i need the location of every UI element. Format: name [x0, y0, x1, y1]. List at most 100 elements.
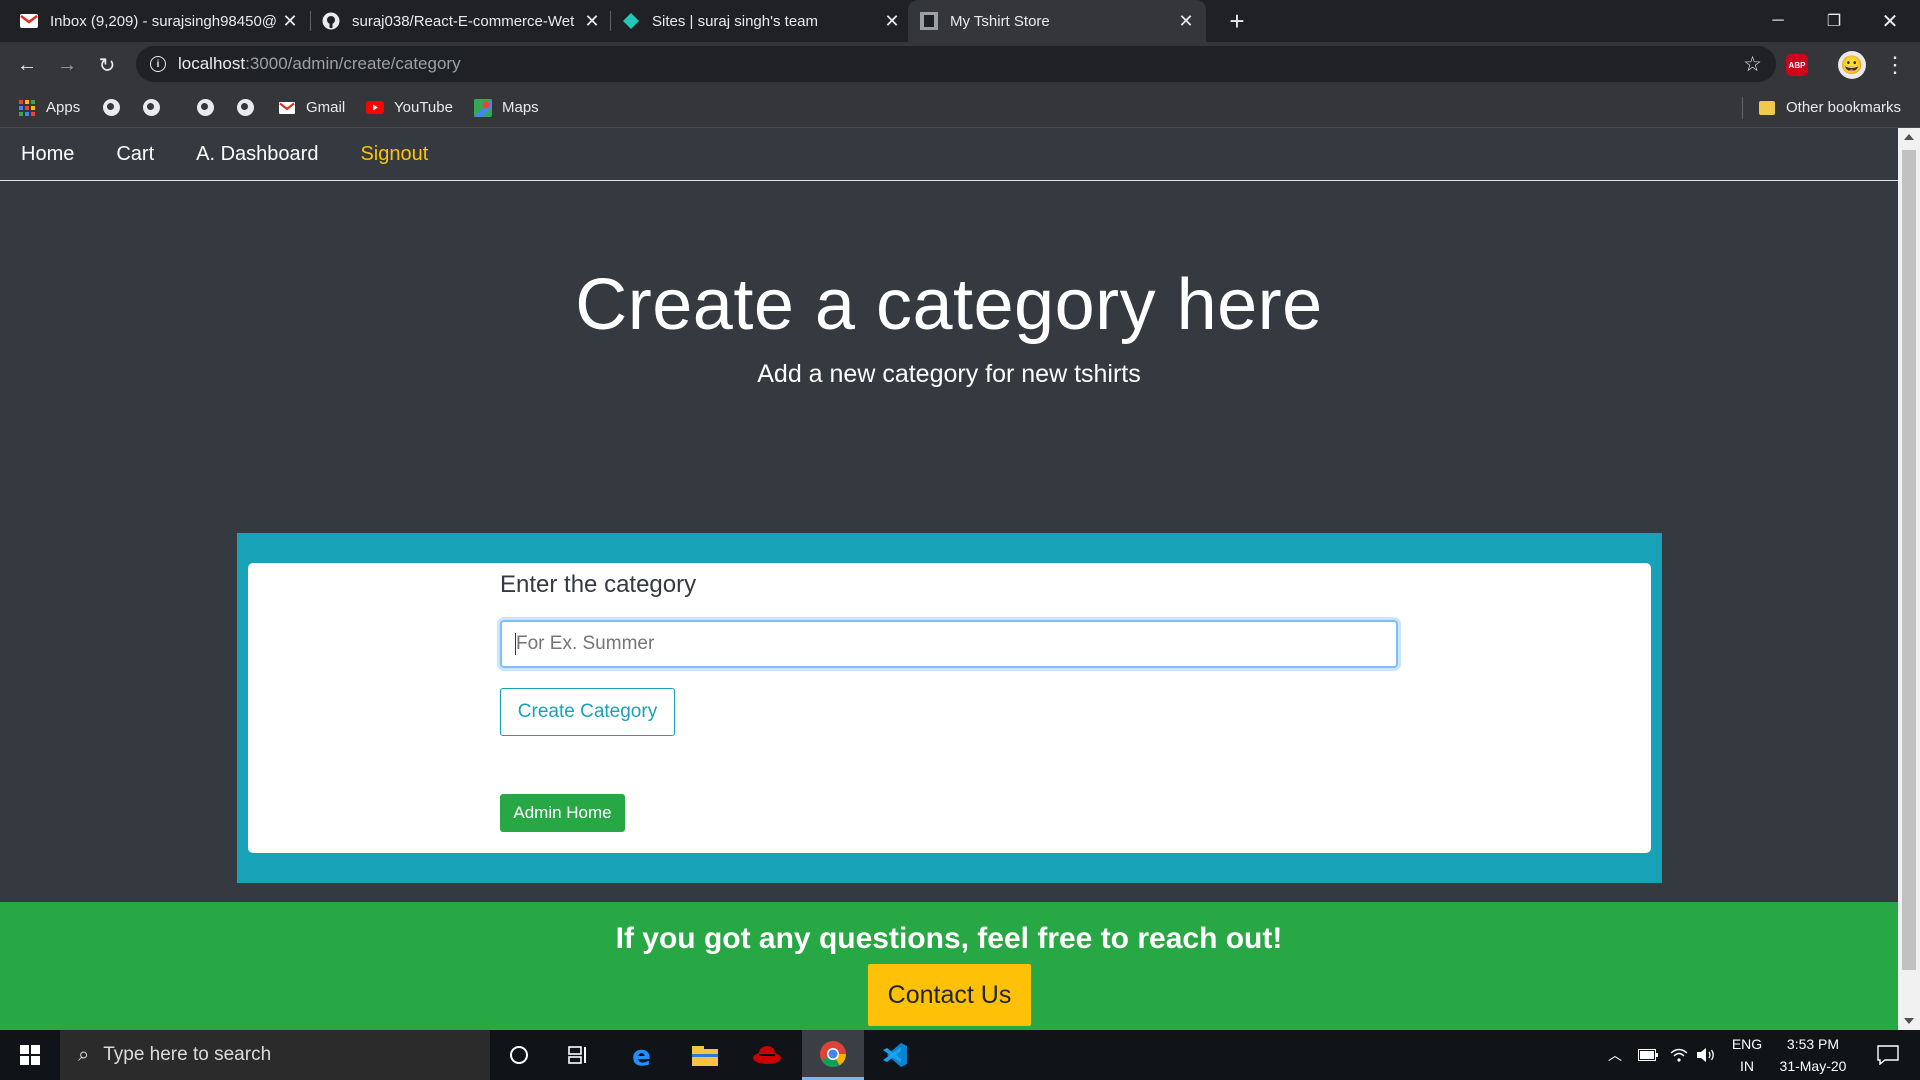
bookmark-globe-1[interactable]: [102, 87, 130, 128]
tab-separator: [610, 11, 611, 31]
bookmark-star-icon[interactable]: ☆: [1743, 52, 1762, 77]
text-caret: [515, 633, 516, 655]
admin-home-button[interactable]: Admin Home: [500, 794, 625, 832]
bookmark-apps[interactable]: Apps: [18, 87, 80, 128]
bookmark-maps[interactable]: Maps: [474, 87, 539, 128]
apps-grid-icon: [18, 99, 36, 117]
globe-icon: [102, 99, 120, 117]
site-info-icon[interactable]: i: [150, 56, 166, 72]
chrome-menu-icon[interactable]: ⋮: [1884, 51, 1906, 79]
globe-icon: [196, 99, 214, 117]
site-navbar: Home Cart A. Dashboard Signout: [0, 128, 1898, 181]
tab-title: Inbox (9,209) - surajsingh98450@: [50, 12, 278, 30]
window-close-button[interactable]: ✕: [1862, 0, 1918, 42]
contact-us-button[interactable]: Contact Us: [868, 964, 1031, 1026]
taskbar-search[interactable]: ⌕ Type here to search: [60, 1030, 490, 1080]
maps-icon: [474, 98, 492, 117]
tab-title: Sites | suraj singh's team: [652, 12, 818, 30]
minimize-button[interactable]: ─: [1750, 0, 1806, 42]
language-code: ENG: [1731, 1036, 1763, 1052]
adblock-plus-icon[interactable]: ABP: [1786, 54, 1808, 76]
language-region: IN: [1740, 1058, 1754, 1074]
search-icon: ⌕: [78, 1043, 90, 1066]
new-tab-button[interactable]: +: [1222, 6, 1252, 36]
tab-github[interactable]: suraj038/React-E-commerce-Wet ✕: [322, 0, 602, 42]
nav-admin-dashboard[interactable]: A. Dashboard: [196, 143, 318, 166]
clock-date: 31-May-20: [1779, 1058, 1847, 1074]
windows-logo-icon: [20, 1045, 40, 1065]
tray-chevron-icon[interactable]: ︿: [1608, 1030, 1622, 1080]
windows-taskbar: ⌕ Type here to search e ︿ ENG IN 3:53 PM…: [0, 1030, 1920, 1080]
volume-icon[interactable]: [1696, 1030, 1716, 1080]
tab-gmail[interactable]: Inbox (9,209) - surajsingh98450@ ✕: [20, 0, 300, 42]
system-clock[interactable]: 3:53 PM 31-May-20: [1764, 1030, 1862, 1080]
tab-title: My Tshirt Store: [950, 12, 1050, 30]
reload-icon[interactable]: ↻: [92, 50, 122, 80]
edge-browser-icon[interactable]: e: [614, 1030, 672, 1080]
category-input[interactable]: [500, 620, 1398, 668]
browser-toolbar: ← → ↻ i localhost:3000/admin/create/cate…: [0, 42, 1920, 87]
youtube-icon: [366, 99, 384, 117]
nav-signout[interactable]: Signout: [360, 143, 428, 166]
close-icon[interactable]: ✕: [280, 11, 300, 32]
url-text: localhost:3000/admin/create/category: [178, 54, 461, 73]
bookmark-globe-3[interactable]: [196, 87, 224, 128]
scrollbar-thumb[interactable]: [1902, 150, 1916, 970]
create-category-button[interactable]: Create Category: [500, 688, 675, 736]
netlify-icon: [622, 12, 640, 30]
globe-icon: [142, 99, 160, 117]
page-title: Create a category here: [575, 265, 1323, 345]
gmail-icon: [278, 99, 296, 117]
close-icon[interactable]: ✕: [1176, 11, 1196, 32]
notifications-icon[interactable]: [1868, 1030, 1908, 1080]
wifi-icon[interactable]: [1670, 1030, 1688, 1080]
bookmark-label: Other bookmarks: [1786, 99, 1902, 116]
nav-cart[interactable]: Cart: [116, 143, 154, 166]
battery-icon[interactable]: [1638, 1030, 1658, 1080]
bookmark-globe-2[interactable]: [142, 87, 170, 128]
bookmark-other[interactable]: Other bookmarks: [1758, 87, 1901, 128]
task-view-icon[interactable]: [550, 1030, 608, 1080]
close-icon[interactable]: ✕: [582, 11, 602, 32]
close-icon[interactable]: ✕: [882, 11, 902, 32]
windows-start-button[interactable]: [0, 1030, 60, 1080]
scroll-down-icon[interactable]: [1904, 1018, 1914, 1024]
github-icon: [322, 12, 340, 30]
cortana-icon[interactable]: [490, 1030, 548, 1080]
site-icon: [920, 12, 938, 30]
vscode-icon[interactable]: [866, 1030, 924, 1080]
forward-arrow-icon[interactable]: →: [52, 50, 82, 80]
browser-tab-strip: Inbox (9,209) - surajsingh98450@ ✕ suraj…: [0, 0, 1920, 42]
category-label: Enter the category: [500, 571, 697, 598]
back-arrow-icon[interactable]: ←: [12, 50, 42, 80]
profile-avatar[interactable]: 😀: [1838, 51, 1866, 79]
restore-button[interactable]: ❐: [1806, 0, 1862, 42]
bookmark-label: Maps: [502, 99, 539, 116]
search-placeholder: Type here to search: [103, 1044, 272, 1065]
scroll-up-icon[interactable]: [1904, 134, 1914, 140]
address-bar[interactable]: i localhost:3000/admin/create/category ☆: [136, 46, 1776, 82]
svg-text:e: e: [632, 1041, 651, 1069]
gmail-icon: [20, 12, 38, 30]
bookmark-globe-4[interactable]: [236, 87, 264, 128]
chrome-taskbar-icon[interactable]: [802, 1030, 864, 1080]
tab-my-tshirt-store[interactable]: My Tshirt Store ✕: [908, 0, 1206, 42]
redhat-app-icon[interactable]: [738, 1030, 796, 1080]
bookmark-label: YouTube: [394, 99, 453, 116]
bookmark-youtube[interactable]: YouTube: [366, 87, 453, 128]
bookmark-gmail[interactable]: Gmail: [278, 87, 345, 128]
page-description: Add a new category for new tshirts: [757, 360, 1141, 388]
form-card: Enter the category Create Category Admin…: [248, 563, 1651, 853]
bookmarks-bar: Apps Gmail YouTube Maps Other bookmarks: [0, 87, 1920, 128]
nav-home[interactable]: Home: [21, 143, 74, 166]
form-container: Enter the category Create Category Admin…: [237, 533, 1662, 883]
file-explorer-icon[interactable]: [676, 1030, 734, 1080]
page-scrollbar[interactable]: [1898, 128, 1920, 1030]
bookmark-separator: [1742, 97, 1743, 119]
tab-title: suraj038/React-E-commerce-Wet: [352, 12, 575, 30]
folder-icon: [1758, 99, 1776, 117]
footer-message: If you got any questions, feel free to r…: [615, 922, 1283, 955]
tab-netlify[interactable]: Sites | suraj singh's team ✕: [622, 0, 902, 42]
clock-time: 3:53 PM: [1786, 1036, 1840, 1052]
tab-separator: [310, 11, 311, 31]
